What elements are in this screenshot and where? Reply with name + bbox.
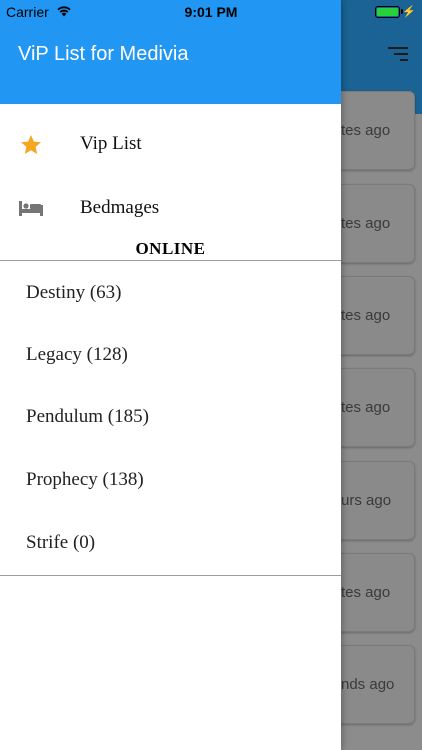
background-card-text: tes ago (341, 584, 391, 601)
server-item-destiny[interactable]: Destiny (63) (0, 263, 341, 323)
server-item-pendulum[interactable]: Pendulum (185) (0, 389, 341, 449)
drawer-title: ViP List for Medivia (18, 43, 189, 65)
menu-item-vip-list[interactable]: Vip List (0, 117, 341, 173)
background-card-text: tes ago (341, 307, 391, 324)
status-bar: Carrier 9:01 PM ⚡ (0, 0, 422, 26)
server-item-prophecy[interactable]: Prophecy (138) (0, 452, 341, 512)
server-label: Legacy (128) (26, 344, 128, 365)
background-card-text: tes ago (341, 215, 391, 232)
server-label: Prophecy (138) (26, 469, 144, 490)
section-title-online: ONLINE (135, 239, 206, 258)
bed-icon (18, 195, 44, 221)
divider (0, 260, 341, 261)
background-card-text: urs ago (341, 492, 392, 509)
server-label: Destiny (63) (26, 282, 122, 303)
clock: 9:01 PM (184, 4, 238, 20)
navigation-drawer: ViP List for Medivia Vip List Bedmages O… (0, 0, 341, 750)
menu-item-label: Vip List (80, 133, 142, 154)
star-icon (18, 132, 44, 158)
server-label: Strife (0) (26, 532, 96, 553)
battery-icon (375, 6, 400, 18)
background-card-text: nds ago (341, 676, 395, 693)
charging-icon: ⚡ (402, 6, 416, 18)
background-card-text: tes ago (341, 399, 391, 416)
menu-item-bedmages[interactable]: Bedmages (0, 180, 341, 236)
server-item-legacy[interactable]: Legacy (128) (0, 326, 341, 386)
menu-item-label: Bedmages (80, 197, 160, 218)
divider (0, 575, 341, 576)
filter-icon (388, 47, 408, 63)
server-label: Pendulum (185) (26, 406, 149, 427)
server-item-strife[interactable]: Strife (0) (0, 515, 341, 575)
background-card-text: tes ago (341, 122, 391, 139)
